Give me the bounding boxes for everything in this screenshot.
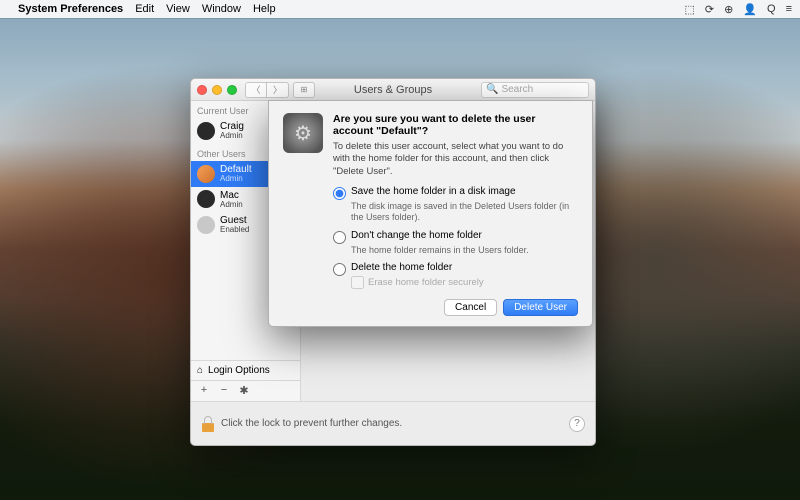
avatar [197, 216, 215, 234]
avatar [197, 190, 215, 208]
delete-user-button[interactable]: Delete User [503, 299, 578, 316]
erase-label: Erase home folder securely [368, 277, 484, 288]
option-delete-folder[interactable]: Delete the home folder [333, 262, 578, 276]
menu-help[interactable]: Help [253, 3, 276, 15]
close-window-button[interactable] [197, 85, 207, 95]
menu-view[interactable]: View [166, 3, 190, 15]
help-button[interactable]: ? [569, 416, 585, 432]
forward-button[interactable]: 〉 [267, 82, 289, 98]
option-dont-change[interactable]: Don't change the home folder [333, 230, 578, 244]
minimize-window-button[interactable] [212, 85, 222, 95]
dropbox-icon[interactable]: ⬚ [684, 3, 694, 16]
radio-dontchange[interactable] [333, 231, 346, 244]
show-all-button[interactable]: ⊞ [293, 82, 315, 98]
notification-icon[interactable]: ≡ [786, 3, 792, 15]
menu-window[interactable]: Window [202, 3, 241, 15]
spotlight-icon[interactable]: Q [767, 3, 776, 15]
option2-desc: The home folder remains in the Users fol… [351, 245, 578, 256]
lock-row: Click the lock to prevent further change… [191, 401, 595, 445]
avatar [197, 122, 215, 140]
lock-text: Click the lock to prevent further change… [221, 418, 402, 429]
avatar [197, 165, 215, 183]
cancel-button[interactable]: Cancel [444, 299, 497, 316]
search-input[interactable]: 🔍 Search [481, 82, 589, 98]
sheet-subtitle: To delete this user account, select what… [333, 141, 578, 178]
app-name[interactable]: System Preferences [18, 3, 123, 15]
remove-user-button[interactable]: − [215, 383, 233, 397]
option1-desc: The disk image is saved in the Deleted U… [351, 201, 578, 224]
sync-icon[interactable]: ⟳ [705, 3, 714, 16]
erase-checkbox [351, 276, 364, 289]
back-button[interactable]: 〈 [245, 82, 267, 98]
zoom-window-button[interactable] [227, 85, 237, 95]
option-save-disk-image[interactable]: Save the home folder in a disk image [333, 186, 578, 200]
house-icon: ⌂ [197, 365, 203, 376]
menu-edit[interactable]: Edit [135, 3, 154, 15]
titlebar: 〈 〉 ⊞ Users & Groups 🔍 Search [191, 79, 595, 101]
add-user-button[interactable]: + [195, 383, 213, 397]
action-menu-button[interactable]: ✱ [235, 383, 253, 397]
user-icon[interactable]: 👤 [743, 3, 757, 16]
radio-save[interactable] [333, 187, 346, 200]
lock-icon[interactable] [201, 416, 215, 432]
radio-delete[interactable] [333, 263, 346, 276]
menubar: System Preferences Edit View Window Help… [0, 0, 800, 18]
login-options[interactable]: ⌂ Login Options [191, 361, 301, 381]
delete-user-sheet: ⚙ Are you sure you want to delete the us… [268, 100, 593, 327]
wifi-icon[interactable]: ⊕ [724, 3, 733, 16]
sheet-title: Are you sure you want to delete the user… [333, 113, 578, 137]
gear-icon: ⚙ [283, 113, 323, 153]
